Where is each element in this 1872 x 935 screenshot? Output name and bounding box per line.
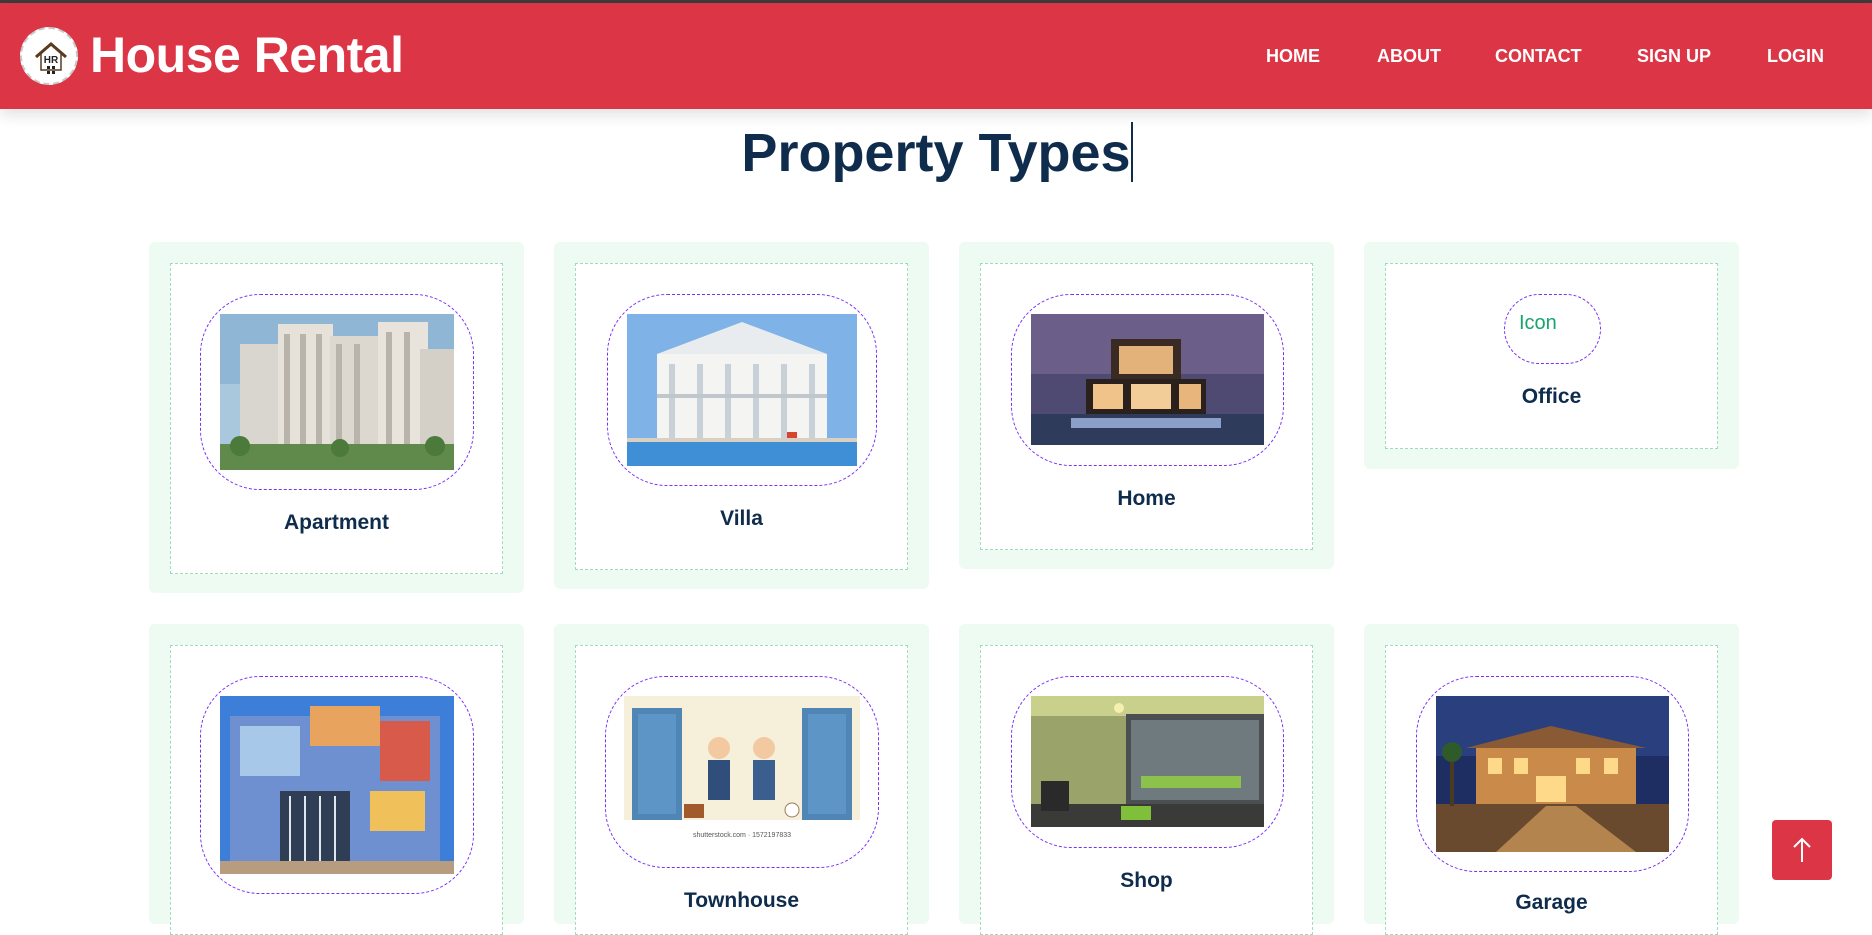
- image-frame: Icon: [1504, 294, 1601, 364]
- card-body: Villa: [575, 263, 908, 570]
- navbar: HR House Rental HOME ABOUT CONTACT SIGN …: [0, 3, 1872, 109]
- garage-image: [1436, 696, 1669, 852]
- property-card-office[interactable]: Icon Office: [1364, 242, 1739, 469]
- card-body: Home: [980, 263, 1313, 550]
- property-card-villa[interactable]: Villa: [554, 242, 929, 589]
- card-body: Icon Office: [1385, 263, 1718, 449]
- arrow-up-icon: [1793, 837, 1811, 862]
- broken-image: Icon: [1519, 312, 1557, 335]
- card-label: Townhouse: [683, 889, 800, 912]
- image-frame: [200, 294, 474, 490]
- apartment-image: [220, 314, 454, 470]
- nav-about[interactable]: ABOUT: [1377, 45, 1441, 67]
- image-watermark: shutterstock.com · 1572197833: [692, 832, 792, 839]
- card-body: Garage: [1385, 645, 1718, 935]
- card-label: Home: [1117, 487, 1176, 510]
- svg-text:HR: HR: [44, 55, 59, 66]
- card-label: Apartment: [283, 511, 389, 534]
- nav-home[interactable]: HOME: [1266, 45, 1320, 67]
- image-alt-text: Icon: [1519, 312, 1557, 334]
- card-label: Office: [1521, 385, 1582, 408]
- card-label: Villa: [720, 507, 763, 530]
- townhouse-image: shutterstock.com · 1572197833: [624, 696, 860, 848]
- property-card-colorful-house[interactable]: [149, 624, 524, 935]
- card-body: [170, 645, 503, 935]
- text-cursor: [1131, 122, 1133, 182]
- house-icon: HR: [35, 42, 67, 74]
- nav-signup[interactable]: SIGN UP: [1637, 45, 1711, 67]
- nav-login[interactable]: LOGIN: [1767, 45, 1824, 67]
- card-body: shutterstock.com · 1572197833 Townhouse: [575, 645, 908, 935]
- card-label: Shop: [1120, 869, 1173, 892]
- image-frame: [1416, 676, 1689, 872]
- shop-image: [1031, 696, 1264, 827]
- image-frame: [1011, 294, 1284, 466]
- image-frame: [607, 294, 877, 486]
- villa-image: [627, 314, 857, 466]
- card-body: Apartment: [170, 263, 503, 574]
- nav-contact[interactable]: CONTACT: [1495, 45, 1582, 67]
- house-image: [220, 696, 454, 874]
- home-image: [1031, 314, 1264, 445]
- logo[interactable]: HR: [20, 27, 78, 85]
- card-body: Shop: [980, 645, 1313, 935]
- property-card-townhouse[interactable]: shutterstock.com · 1572197833 Townhouse: [554, 624, 929, 935]
- image-frame: [1011, 676, 1284, 848]
- brand-name[interactable]: House Rental: [90, 25, 404, 85]
- property-card-apartment[interactable]: Apartment: [149, 242, 524, 593]
- property-card-home[interactable]: Home: [959, 242, 1334, 569]
- property-card-shop[interactable]: Shop: [959, 624, 1334, 935]
- image-frame: [200, 676, 474, 894]
- card-label: Garage: [1515, 891, 1588, 914]
- property-card-garage[interactable]: Garage: [1364, 624, 1739, 935]
- page-title: Property Types: [741, 123, 1131, 183]
- image-frame: shutterstock.com · 1572197833: [605, 676, 879, 868]
- scroll-to-top-button[interactable]: [1772, 820, 1832, 880]
